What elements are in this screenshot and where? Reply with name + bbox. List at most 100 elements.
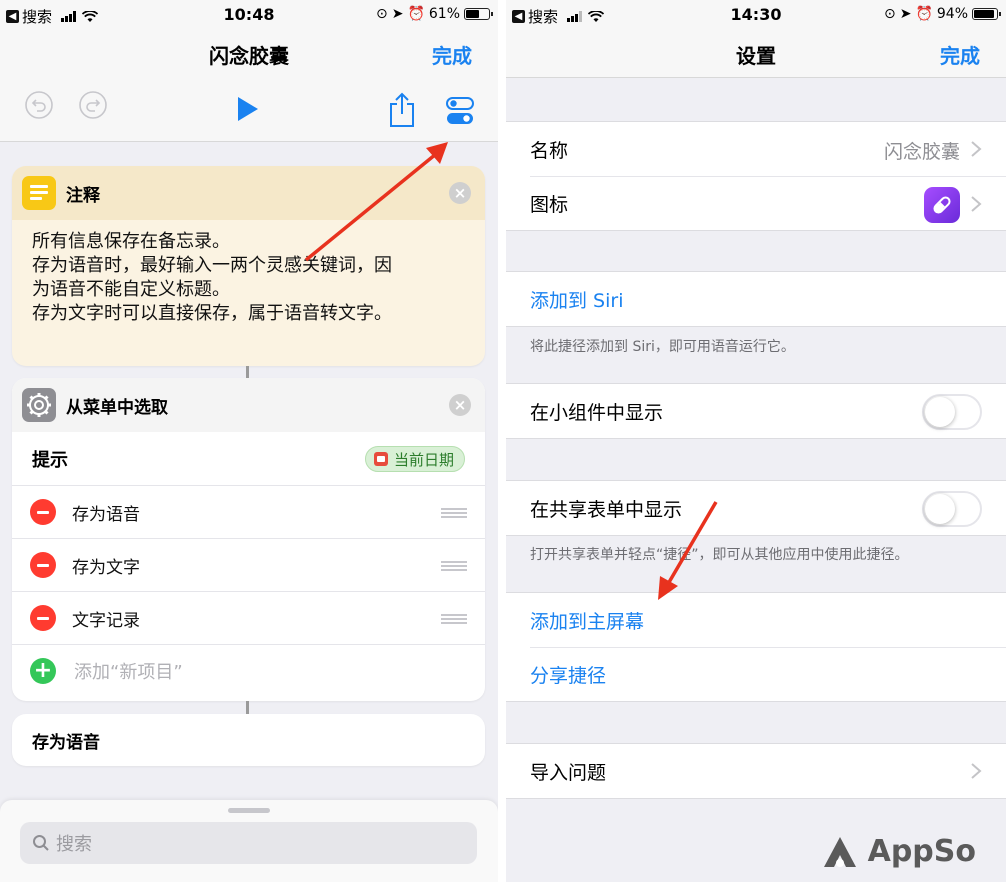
battery-icon [972,8,1001,20]
battery-icon [464,8,493,20]
nav-bar: 闪念胶囊 完成 [0,30,498,78]
delete-item-icon[interactable] [30,552,56,578]
share-shortcut-button[interactable]: 分享捷径 [530,661,606,688]
list-item[interactable]: 文字记录 [12,591,485,644]
lock-rotation-icon: ⊙ [375,6,388,22]
done-button[interactable]: 完成 [940,40,980,69]
icon-row[interactable]: 图标 [530,176,1006,230]
prompt-label: 提示 [32,449,68,471]
widget-row: 在小组件中显示 [506,384,1006,438]
menu-branch-card[interactable]: 存为语音 [12,714,485,766]
add-to-home-screen-button[interactable]: 添加到主屏幕 [530,607,644,634]
widget-toggle[interactable] [922,394,982,430]
menu-item-label[interactable]: 存为文字 [72,553,140,578]
add-to-siri-row[interactable]: 添加到 Siri [506,272,1006,326]
import-questions-row[interactable]: 导入问题 [506,744,1006,798]
share-sheet-row: 在共享表单中显示 [506,481,1006,535]
siri-footnote: 将此捷径添加到 Siri，即可用语音运行它。 [530,339,795,355]
battery-percent: 61% [428,6,460,22]
actions-group: 添加到主屏幕 分享捷径 [506,592,1006,702]
comment-text[interactable]: 所有信息保存在备忘录。 存为语音时，最好输入一两个灵感关键词，因 为语音不能自定… [12,220,485,336]
share-sheet-footnote: 打开共享表单并轻点“捷径”，即可从其他应用中使用此捷径。 [530,547,909,563]
icon-label: 图标 [530,194,569,216]
battery-fill [466,10,479,18]
screenshot-divider [498,0,506,882]
status-bar: ◀ 搜索 10:48 ⊙ ➤ ⏰ 61% [0,0,498,30]
share-shortcut-row[interactable]: 分享捷径 [530,647,1006,701]
status-bar: ◀ 搜索 14:30 ⊙ ➤ ⏰ 94% [506,0,1006,30]
import-group: 导入问题 [506,743,1006,799]
add-item-label[interactable]: 添加“新项目” [74,658,183,684]
add-item-icon[interactable]: + [30,658,56,684]
list-item[interactable]: 存为文字 [12,538,485,591]
lock-rotation-icon: ⊙ [883,6,896,22]
comment-line: 所有信息保存在备忘录。 [32,231,230,252]
page-title: 闪念胶囊 [209,44,289,68]
identity-group: 名称 闪念胶囊 图标 [506,121,1006,231]
settings-toggle-icon[interactable] [446,96,474,126]
delete-item-icon[interactable] [30,499,56,525]
widget-label: 在小组件中显示 [530,401,664,424]
reorder-handle-icon[interactable] [441,561,467,571]
menu-item-label[interactable]: 存为语音 [72,500,140,525]
chevron-right-icon [971,763,982,779]
alarm-icon: ⏰ [407,6,425,22]
watermark: AppSo [822,834,976,869]
add-item-row[interactable]: + 添加“新项目” [12,644,485,697]
delete-item-icon[interactable] [30,605,56,631]
reorder-handle-icon[interactable] [441,614,467,624]
right-screenshot: ◀ 搜索 14:30 ⊙ ➤ ⏰ 94% 设置 完成 名称 闪念胶囊 图标 添加… [506,0,1006,882]
card-title: 从菜单中选取 [66,397,168,418]
chevron-right-icon [971,196,982,212]
list-item[interactable]: 存为语音 [12,485,485,538]
location-icon: ➤ [391,6,404,22]
watermark-text: AppSo [867,834,976,869]
redo-icon[interactable] [78,90,108,120]
page-title: 设置 [736,44,776,68]
sheet-grabber[interactable] [228,808,270,813]
search-input[interactable]: 搜索 [20,822,477,864]
gear-icon [22,388,56,422]
widget-group: 在小组件中显示 [506,383,1006,439]
location-icon: ➤ [899,6,912,22]
action-connector [246,701,249,714]
alarm-icon: ⏰ [915,6,933,22]
card-title: 注释 [66,185,100,206]
editor-toolbar [0,90,498,130]
card-title: 存为语音 [32,732,100,753]
name-row[interactable]: 名称 闪念胶囊 [506,122,1006,176]
search-placeholder: 搜索 [56,834,92,855]
remove-action-icon[interactable]: × [449,182,471,204]
comment-line: 存为语音时，最好输入一两个灵感关键词，因 [32,255,392,276]
name-value: 闪念胶囊 [883,141,960,163]
reorder-handle-icon[interactable] [441,508,467,518]
current-date-variable[interactable]: 当前日期 [364,446,465,472]
shortcut-icon[interactable] [924,187,960,223]
share-icon[interactable] [389,92,415,128]
share-sheet-toggle[interactable] [922,491,982,527]
search-icon [33,835,49,851]
card-header: 注释 × [12,166,485,220]
add-to-home-row[interactable]: 添加到主屏幕 [506,593,1006,647]
menu-item-label[interactable]: 文字记录 [72,606,140,631]
action-connector [246,366,249,378]
add-to-siri-button[interactable]: 添加到 Siri [530,286,623,313]
undo-icon[interactable] [24,90,54,120]
appso-logo-icon [823,836,856,867]
prompt-row: 提示 当前日期 [12,432,485,485]
comment-line: 存为文字时可以直接保存，属于语音转文字。 [32,303,392,324]
left-screenshot: ◀ 搜索 10:48 ⊙ ➤ ⏰ 61% 闪念胶囊 完成 注释 × 所有信息保存… [0,0,498,882]
done-button[interactable]: 完成 [432,40,472,69]
nav-bar: 设置 完成 [506,30,1006,78]
comment-action-card[interactable]: 注释 × 所有信息保存在备忘录。 存为语音时，最好输入一两个灵感关键词，因 为语… [12,166,485,366]
variable-label: 当前日期 [393,450,454,469]
choose-from-menu-card[interactable]: 从菜单中选取 × 提示 当前日期 存为语音 存为文字 文字记录 + 添加“新项目… [12,378,485,701]
chevron-right-icon [971,141,982,157]
comment-icon [22,176,56,210]
siri-group: 添加到 Siri [506,271,1006,327]
play-icon[interactable] [236,96,260,122]
import-questions-label: 导入问题 [530,761,607,784]
battery-percent: 94% [936,6,968,22]
remove-action-icon[interactable]: × [449,394,471,416]
comment-line: 为语音不能自定义标题。 [32,279,230,300]
